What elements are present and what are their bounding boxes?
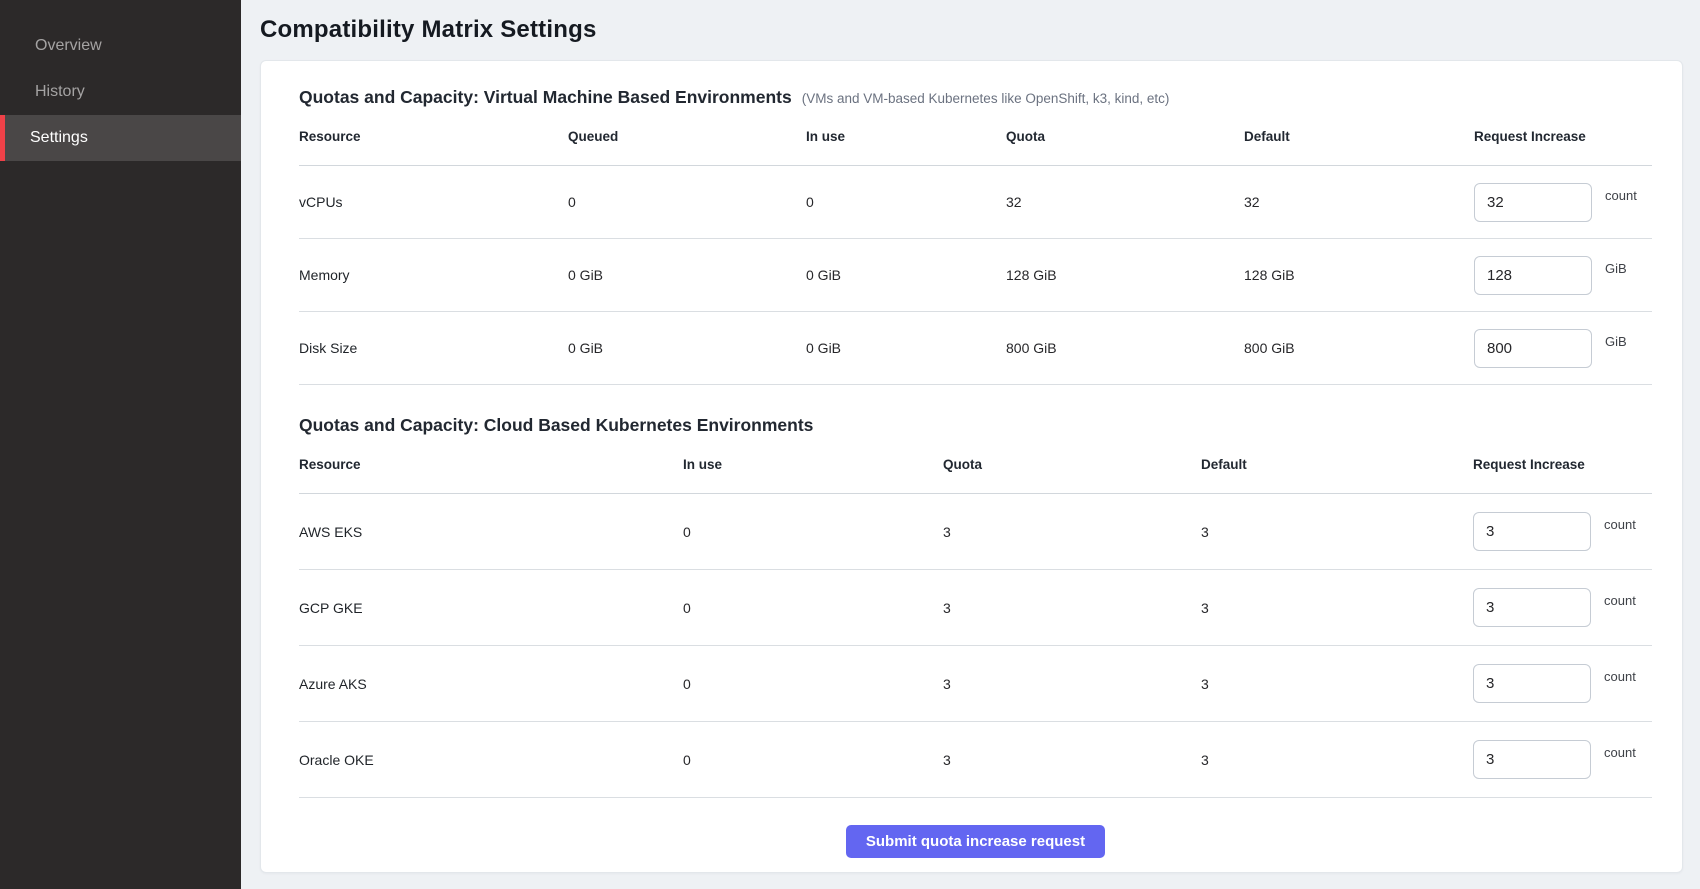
sidebar-item-overview[interactable]: Overview bbox=[0, 23, 241, 69]
main-content: Compatibility Matrix Settings Quotas and… bbox=[241, 0, 1700, 889]
memory-request-increase-input[interactable] bbox=[1474, 256, 1592, 295]
column-header-default: Default bbox=[1244, 129, 1474, 144]
sidebar-item-label: Settings bbox=[30, 129, 88, 147]
cell-request-increase: count bbox=[1473, 740, 1652, 779]
cell-request-increase: count bbox=[1474, 183, 1652, 222]
column-header-request-increase: Request Increase bbox=[1474, 129, 1652, 144]
cell-quota: 3 bbox=[943, 524, 1201, 540]
cell-resource: GCP GKE bbox=[299, 600, 683, 616]
k8s-quota-table: Resource In use Quota Default Request In… bbox=[299, 436, 1652, 798]
cell-in-use: 0 GiB bbox=[806, 340, 1006, 356]
table-row-oracle-oke: Oracle OKE 0 3 3 count bbox=[299, 722, 1652, 798]
cell-default: 800 GiB bbox=[1244, 340, 1474, 356]
cell-resource: Disk Size bbox=[299, 340, 568, 356]
column-header-in-use: In use bbox=[683, 457, 943, 472]
table-row-memory: Memory 0 GiB 0 GiB 128 GiB 128 GiB GiB bbox=[299, 239, 1652, 312]
column-header-resource: Resource bbox=[299, 129, 568, 144]
cell-default: 128 GiB bbox=[1244, 267, 1474, 283]
sidebar-item-history[interactable]: History bbox=[0, 69, 241, 115]
sidebar-item-label: History bbox=[35, 83, 85, 101]
cell-quota: 32 bbox=[1006, 194, 1244, 210]
page-title: Compatibility Matrix Settings bbox=[260, 16, 1683, 44]
cell-in-use: 0 bbox=[683, 676, 943, 692]
column-header-quota: Quota bbox=[943, 457, 1201, 472]
azure-aks-request-increase-input[interactable] bbox=[1473, 664, 1591, 703]
vcpus-request-increase-input[interactable] bbox=[1474, 183, 1592, 222]
unit-label: count bbox=[1604, 593, 1636, 608]
unit-label: GiB bbox=[1605, 261, 1627, 276]
app-layout: Overview History Settings Compatibility … bbox=[0, 0, 1700, 889]
cell-request-increase: count bbox=[1473, 512, 1652, 551]
cell-quota: 3 bbox=[943, 752, 1201, 768]
cell-default: 3 bbox=[1201, 752, 1473, 768]
cell-resource: Oracle OKE bbox=[299, 752, 683, 768]
unit-label: count bbox=[1604, 669, 1636, 684]
cell-in-use: 0 GiB bbox=[806, 267, 1006, 283]
table-row-vcpus: vCPUs 0 0 32 32 count bbox=[299, 166, 1652, 239]
table-row-gcp-gke: GCP GKE 0 3 3 count bbox=[299, 570, 1652, 646]
cell-queued: 0 bbox=[568, 194, 806, 210]
cell-resource: vCPUs bbox=[299, 194, 568, 210]
column-header-quota: Quota bbox=[1006, 129, 1244, 144]
submit-quota-increase-button[interactable]: Submit quota increase request bbox=[846, 825, 1105, 858]
vm-section-header: Quotas and Capacity: Virtual Machine Bas… bbox=[299, 87, 1652, 108]
cell-queued: 0 GiB bbox=[568, 267, 806, 283]
cell-default: 32 bbox=[1244, 194, 1474, 210]
table-row-disk-size: Disk Size 0 GiB 0 GiB 800 GiB 800 GiB Gi… bbox=[299, 312, 1652, 385]
cell-request-increase: GiB bbox=[1474, 256, 1652, 295]
unit-label: count bbox=[1605, 188, 1637, 203]
cell-default: 3 bbox=[1201, 524, 1473, 540]
k8s-table-header-row: Resource In use Quota Default Request In… bbox=[299, 436, 1652, 494]
cell-in-use: 0 bbox=[806, 194, 1006, 210]
cell-quota: 3 bbox=[943, 676, 1201, 692]
unit-label: GiB bbox=[1605, 334, 1627, 349]
k8s-section-header: Quotas and Capacity: Cloud Based Kuberne… bbox=[299, 415, 1652, 436]
aws-eks-request-increase-input[interactable] bbox=[1473, 512, 1591, 551]
cell-request-increase: count bbox=[1473, 588, 1652, 627]
vm-table-header-row: Resource Queued In use Quota Default Req… bbox=[299, 108, 1652, 166]
unit-label: count bbox=[1604, 517, 1636, 532]
sidebar-item-settings[interactable]: Settings bbox=[0, 115, 241, 161]
disk-size-request-increase-input[interactable] bbox=[1474, 329, 1592, 368]
cell-default: 3 bbox=[1201, 676, 1473, 692]
oracle-oke-request-increase-input[interactable] bbox=[1473, 740, 1591, 779]
cell-queued: 0 GiB bbox=[568, 340, 806, 356]
cell-resource: Azure AKS bbox=[299, 676, 683, 692]
gcp-gke-request-increase-input[interactable] bbox=[1473, 588, 1591, 627]
submit-area: Submit quota increase request bbox=[299, 798, 1652, 858]
column-header-resource: Resource bbox=[299, 457, 683, 472]
cell-request-increase: GiB bbox=[1474, 329, 1652, 368]
sidebar-item-label: Overview bbox=[35, 37, 102, 55]
cell-quota: 3 bbox=[943, 600, 1201, 616]
vm-section-subtitle: (VMs and VM-based Kubernetes like OpenSh… bbox=[802, 91, 1170, 106]
vm-section-title: Quotas and Capacity: Virtual Machine Bas… bbox=[299, 87, 792, 108]
vm-quota-table: Resource Queued In use Quota Default Req… bbox=[299, 108, 1652, 385]
unit-label: count bbox=[1604, 745, 1636, 760]
cell-resource: Memory bbox=[299, 267, 568, 283]
cell-resource: AWS EKS bbox=[299, 524, 683, 540]
table-row-aws-eks: AWS EKS 0 3 3 count bbox=[299, 494, 1652, 570]
column-header-request-increase: Request Increase bbox=[1473, 457, 1652, 472]
column-header-in-use: In use bbox=[806, 129, 1006, 144]
column-header-default: Default bbox=[1201, 457, 1473, 472]
cell-in-use: 0 bbox=[683, 600, 943, 616]
cell-quota: 128 GiB bbox=[1006, 267, 1244, 283]
cell-quota: 800 GiB bbox=[1006, 340, 1244, 356]
table-row-azure-aks: Azure AKS 0 3 3 count bbox=[299, 646, 1652, 722]
cell-request-increase: count bbox=[1473, 664, 1652, 703]
sidebar: Overview History Settings bbox=[0, 0, 241, 889]
quota-settings-card: Quotas and Capacity: Virtual Machine Bas… bbox=[260, 60, 1683, 873]
cell-default: 3 bbox=[1201, 600, 1473, 616]
cell-in-use: 0 bbox=[683, 752, 943, 768]
column-header-queued: Queued bbox=[568, 129, 806, 144]
cell-in-use: 0 bbox=[683, 524, 943, 540]
k8s-section-title: Quotas and Capacity: Cloud Based Kuberne… bbox=[299, 415, 813, 436]
